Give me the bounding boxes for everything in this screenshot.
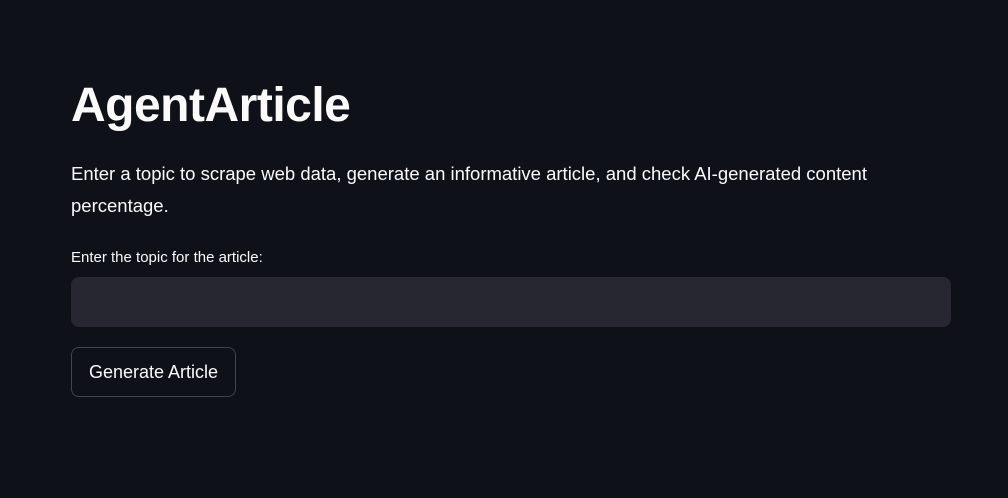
generate-article-button[interactable]: Generate Article [71, 347, 236, 397]
page-title: AgentArticle [71, 79, 351, 132]
main-content: AgentArticle Enter a topic to scrape web… [0, 0, 1008, 498]
topic-input[interactable] [71, 277, 951, 327]
topic-label: Enter the topic for the article: [71, 249, 263, 266]
page-description: Enter a topic to scrape web data, genera… [71, 163, 867, 216]
